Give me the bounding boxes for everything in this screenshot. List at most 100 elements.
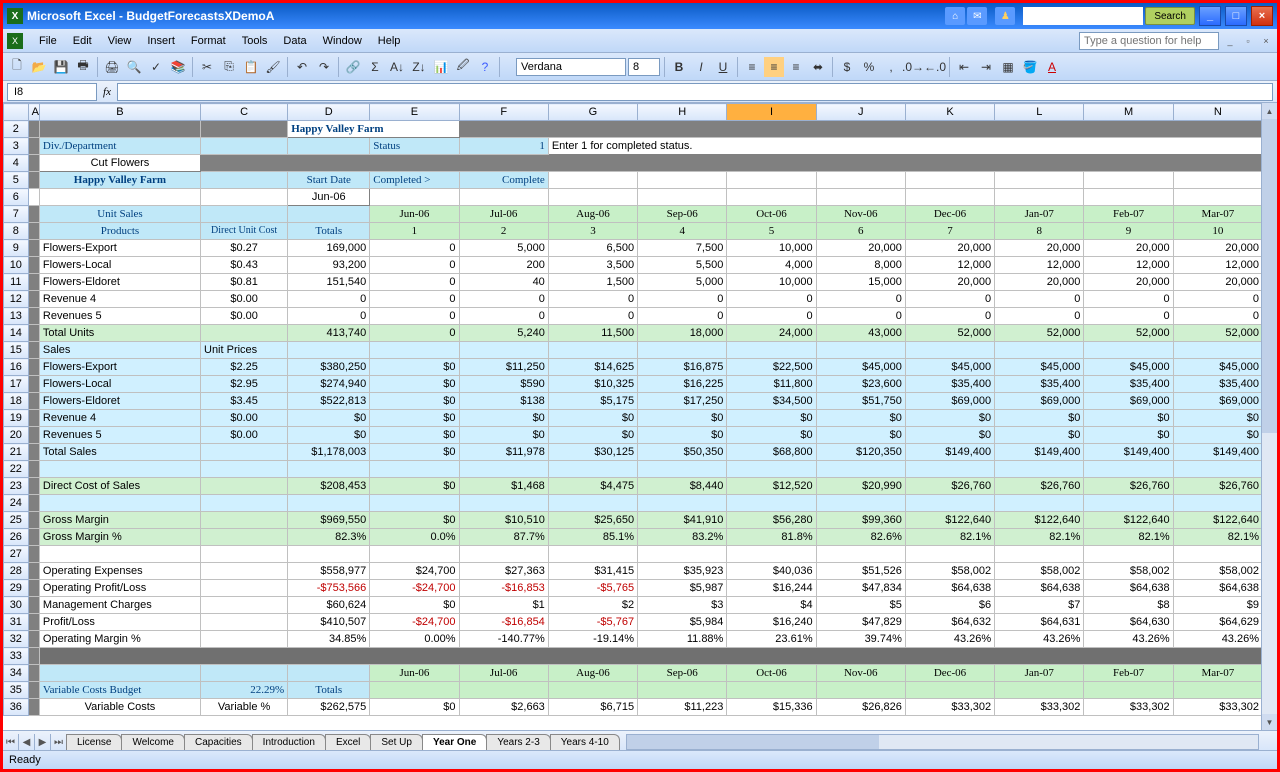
cell[interactable]: Revenue 4 — [39, 410, 200, 427]
cell[interactable] — [995, 172, 1084, 189]
cell[interactable]: $0 — [905, 410, 994, 427]
print-icon[interactable]: 🖨 — [102, 57, 122, 77]
cell[interactable]: Feb-07 — [1084, 206, 1173, 223]
cell[interactable] — [727, 342, 816, 359]
cell[interactable] — [995, 495, 1084, 512]
cell[interactable]: $380,250 — [288, 359, 370, 376]
cell[interactable] — [727, 461, 816, 478]
cell[interactable] — [288, 342, 370, 359]
cell[interactable]: Status — [370, 138, 459, 155]
cell[interactable] — [548, 342, 637, 359]
cell[interactable] — [201, 580, 288, 597]
cell[interactable]: 0 — [638, 308, 727, 325]
cell[interactable] — [905, 342, 994, 359]
decrease-indent-icon[interactable]: ⇤ — [954, 57, 974, 77]
cell[interactable] — [1084, 495, 1173, 512]
cell[interactable]: $60,624 — [288, 597, 370, 614]
cell[interactable] — [459, 682, 548, 699]
cell[interactable]: Total Units — [39, 325, 200, 342]
cell[interactable] — [201, 563, 288, 580]
tab-next-icon[interactable]: ▶ — [35, 734, 51, 750]
cell[interactable]: Jan-07 — [995, 665, 1084, 682]
cell[interactable]: $0.00 — [201, 291, 288, 308]
select-all-cell[interactable] — [4, 104, 29, 121]
cell[interactable]: $34,500 — [727, 393, 816, 410]
cell[interactable]: $558,977 — [288, 563, 370, 580]
cell[interactable]: 1 — [370, 223, 459, 240]
cell[interactable]: 43.26% — [905, 631, 994, 648]
cell[interactable]: Flowers-Local — [39, 257, 200, 274]
cell[interactable]: $0 — [288, 427, 370, 444]
paste-icon[interactable]: 📋 — [241, 57, 261, 77]
cell[interactable]: $4,475 — [548, 478, 637, 495]
cell[interactable]: Jun-06 — [370, 206, 459, 223]
cell[interactable]: $2.25 — [201, 359, 288, 376]
row-header[interactable]: 8 — [4, 223, 29, 240]
comma-icon[interactable]: , — [881, 57, 901, 77]
cell[interactable]: $26,760 — [1173, 478, 1262, 495]
row-header[interactable]: 24 — [4, 495, 29, 512]
cell[interactable]: 12,000 — [1084, 257, 1173, 274]
cell[interactable]: $6,715 — [548, 699, 637, 716]
doc-minimize-button[interactable]: _ — [1223, 34, 1237, 48]
cell[interactable]: $149,400 — [1173, 444, 1262, 461]
row-header[interactable]: 13 — [4, 308, 29, 325]
cell[interactable]: $0 — [370, 478, 459, 495]
cell[interactable]: $11,978 — [459, 444, 548, 461]
cell[interactable]: 12,000 — [905, 257, 994, 274]
cell[interactable]: $69,000 — [995, 393, 1084, 410]
cell[interactable]: $12,520 — [727, 478, 816, 495]
cell[interactable]: 0 — [370, 291, 459, 308]
cell[interactable]: $51,526 — [816, 563, 905, 580]
cell[interactable]: Operating Profit/Loss — [39, 580, 200, 597]
cell[interactable]: Dec-06 — [905, 206, 994, 223]
cell[interactable]: $0 — [548, 410, 637, 427]
cell[interactable]: Sep-06 — [638, 206, 727, 223]
cell[interactable]: $58,002 — [995, 563, 1084, 580]
cell[interactable] — [288, 461, 370, 478]
cell[interactable]: 5,000 — [638, 274, 727, 291]
font-color-icon[interactable]: A — [1042, 57, 1062, 77]
cell[interactable]: $0.00 — [201, 308, 288, 325]
cell[interactable]: $149,400 — [905, 444, 994, 461]
cell[interactable]: Jan-07 — [995, 206, 1084, 223]
cell[interactable] — [816, 495, 905, 512]
cell[interactable]: 18,000 — [638, 325, 727, 342]
cell[interactable]: $33,302 — [1173, 699, 1262, 716]
cell[interactable] — [1084, 546, 1173, 563]
cell[interactable]: 0 — [638, 291, 727, 308]
cell[interactable]: Management Charges — [39, 597, 200, 614]
cell[interactable]: 151,540 — [288, 274, 370, 291]
cell[interactable] — [727, 495, 816, 512]
col-header[interactable]: J — [816, 104, 905, 121]
cell[interactable]: 5 — [727, 223, 816, 240]
cell[interactable]: $58,002 — [905, 563, 994, 580]
cell[interactable]: $9 — [1173, 597, 1262, 614]
merge-icon[interactable]: ⬌ — [808, 57, 828, 77]
cell[interactable]: 5,500 — [638, 257, 727, 274]
cell[interactable]: Totals — [288, 682, 370, 699]
row-header[interactable]: 18 — [4, 393, 29, 410]
cell[interactable] — [548, 546, 637, 563]
cell[interactable]: 0 — [1173, 308, 1262, 325]
cell[interactable]: 20,000 — [816, 240, 905, 257]
cell[interactable] — [39, 461, 200, 478]
vertical-scrollbar[interactable]: ▲ ▼ — [1261, 103, 1277, 730]
cell[interactable]: $35,923 — [638, 563, 727, 580]
col-header[interactable]: E — [370, 104, 459, 121]
cell[interactable]: Complete — [459, 172, 548, 189]
cell[interactable]: 52,000 — [995, 325, 1084, 342]
cell[interactable]: $47,834 — [816, 580, 905, 597]
menu-data[interactable]: Data — [275, 33, 314, 49]
cell[interactable] — [39, 189, 200, 206]
bold-icon[interactable]: B — [669, 57, 689, 77]
cell[interactable]: $64,638 — [1173, 580, 1262, 597]
menu-help[interactable]: Help — [370, 33, 409, 49]
cell[interactable]: Aug-06 — [548, 206, 637, 223]
cell[interactable]: 0 — [995, 308, 1084, 325]
cell[interactable]: $51,750 — [816, 393, 905, 410]
cell[interactable] — [459, 461, 548, 478]
col-header[interactable]: F — [459, 104, 548, 121]
row-header[interactable]: 5 — [4, 172, 29, 189]
cell[interactable]: 0 — [288, 291, 370, 308]
